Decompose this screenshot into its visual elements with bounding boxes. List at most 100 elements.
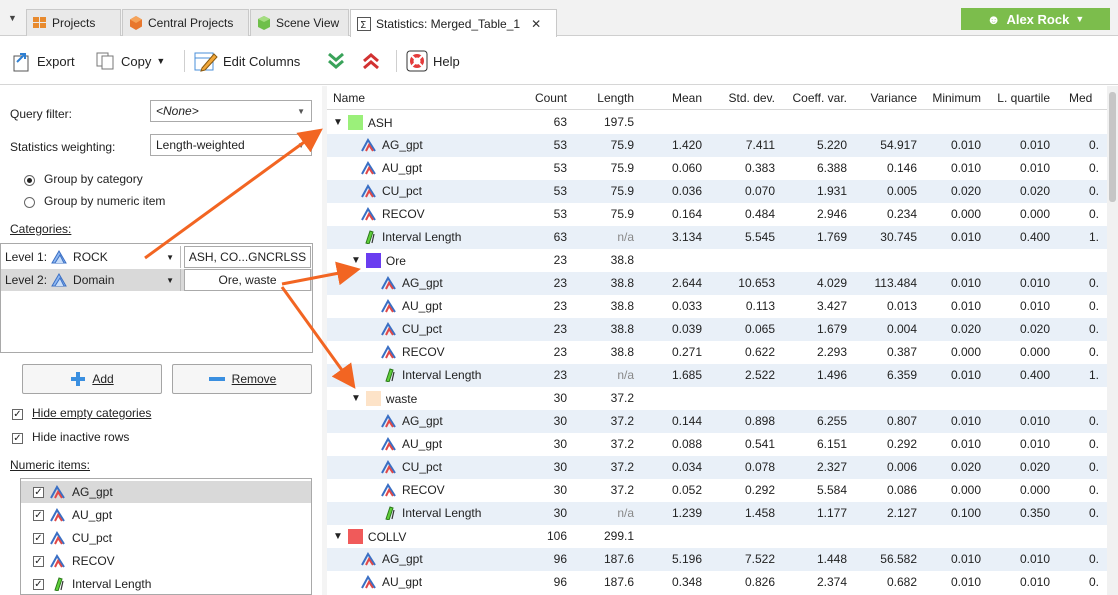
cv-cell: 1.177 <box>816 506 847 520</box>
expand-toggle-icon[interactable]: ▼ <box>351 393 361 404</box>
category-level-2[interactable]: Level 2: Domain ▼ Ore, waste <box>1 269 312 291</box>
expand-toggle-icon[interactable]: ▼ <box>351 255 361 266</box>
lq-cell: 0.010 <box>1019 299 1050 313</box>
std-cell: 0.484 <box>744 207 775 221</box>
mean-cell: 1.239 <box>671 506 702 520</box>
numeric-item-checkbox[interactable]: ✓ <box>33 509 44 521</box>
category-level-1[interactable]: Level 1: ROCK ▼ ASH, CO...GNCRLSS <box>1 246 312 268</box>
assay-icon <box>381 460 396 474</box>
count-cell: 30 <box>553 506 567 520</box>
category-color-swatch[interactable] <box>365 391 381 406</box>
numeric-item[interactable]: ✓ CU_pct <box>21 527 311 549</box>
tab-menu-icon[interactable]: ▼ <box>8 13 17 23</box>
lq-cell: 0.000 <box>1019 345 1050 359</box>
table-row[interactable]: CU_pct 53 75.9 0.036 0.070 1.931 0.005 0.020 0.0… <box>327 180 1118 203</box>
group-row[interactable]: ▼ ASH 63 197.5 <box>327 111 1118 134</box>
assay-icon <box>50 508 65 522</box>
table-row[interactable]: RECOV 30 37.2 0.052 0.292 5.584 0.086 0.000 0.00… <box>327 479 1118 502</box>
numeric-item-checkbox[interactable]: ✓ <box>33 578 44 590</box>
tab-scene-view[interactable]: Scene View <box>250 9 349 36</box>
hide-inactive-checkbox[interactable]: ✓ <box>12 433 23 444</box>
category-color-swatch[interactable] <box>347 115 363 130</box>
table-row[interactable]: CU_pct 30 37.2 0.034 0.078 2.327 0.006 0.020 0.0… <box>327 456 1118 479</box>
numeric-item-checkbox[interactable]: ✓ <box>33 532 44 544</box>
tab-central-projects[interactable]: Central Projects <box>122 9 249 36</box>
table-row[interactable]: Interval Length 30 n/a 1.239 1.458 1.177 2.127… <box>327 502 1118 525</box>
column-header-length[interactable]: Length <box>589 91 634 105</box>
export-icon <box>13 53 29 72</box>
weighting-label: Statistics weighting: <box>10 140 116 154</box>
cube-icon <box>258 16 270 30</box>
numeric-item-checkbox[interactable]: ✓ <box>33 486 44 498</box>
hide-empty-checkbox[interactable]: ✓ <box>12 409 23 420</box>
length-cell: 75.9 <box>610 161 634 175</box>
group-row[interactable]: ▼ waste 30 37.2 <box>327 387 1118 410</box>
numeric-item[interactable]: ✓ Interval Length <box>21 573 311 594</box>
scrollbar-thumb[interactable] <box>1109 92 1116 202</box>
user-menu-button[interactable]: ☻ Alex Rock ▼ <box>961 8 1110 30</box>
table-row[interactable]: Interval Length 63 n/a 3.134 5.545 1.769 30.74… <box>327 226 1118 249</box>
weighting-select[interactable]: Length-weighted ▼ <box>150 134 312 156</box>
table-row[interactable]: AU_gpt 23 38.8 0.033 0.113 3.427 0.013 0.010 0.0… <box>327 295 1118 318</box>
expand-toggle-icon[interactable]: ▼ <box>333 117 343 128</box>
level-values-button[interactable]: ASH, CO...GNCRLSS <box>184 246 311 268</box>
table-row[interactable]: AG_gpt 53 75.9 1.420 7.411 5.220 54.917 0.010 0.… <box>327 134 1118 157</box>
tab-projects[interactable]: Projects <box>26 9 121 36</box>
help-button[interactable]: Help <box>406 49 460 73</box>
table-row[interactable]: RECOV 23 38.8 0.271 0.622 2.293 0.387 0.000 0.00… <box>327 341 1118 364</box>
column-header-mean[interactable]: Mean <box>657 91 702 105</box>
level-values-button[interactable]: Ore, waste <box>184 269 311 291</box>
numeric-item-checkbox[interactable]: ✓ <box>33 555 44 567</box>
category-color-swatch[interactable] <box>347 529 363 544</box>
tab-statistics[interactable]: Σ Statistics: Merged_Table_1 ✕ <box>350 9 557 37</box>
table-row[interactable]: AU_gpt 30 37.2 0.088 0.541 6.151 0.292 0.010 0.0… <box>327 433 1118 456</box>
length-cell: 38.8 <box>610 299 634 313</box>
column-header-variance[interactable]: Variance <box>852 91 917 105</box>
table-row[interactable]: RECOV 53 75.9 0.164 0.484 2.946 0.234 0.000 0.00… <box>327 203 1118 226</box>
export-button[interactable]: Export <box>12 49 75 73</box>
table-row[interactable]: CU_pct 23 38.8 0.039 0.065 1.679 0.004 0.020 0.0… <box>327 318 1118 341</box>
group-by-numeric-radio[interactable] <box>24 197 35 208</box>
group-by-category-radio[interactable] <box>24 175 35 186</box>
column-header-median[interactable]: Med <box>1069 91 1092 105</box>
remove-label: Remove <box>231 372 277 386</box>
table-row[interactable]: AU_gpt 53 75.9 0.060 0.383 6.388 0.146 0.010 0.0… <box>327 157 1118 180</box>
expand-toggle-icon[interactable]: ▼ <box>333 531 343 542</box>
vertical-scrollbar[interactable] <box>1107 86 1118 595</box>
collapse-all-button[interactable] <box>361 49 381 73</box>
length-cell: n/a <box>617 230 634 244</box>
chevron-down-icon: ▼ <box>297 141 305 150</box>
row-label: Interval Length <box>402 368 482 382</box>
numeric-item[interactable]: ✓ RECOV <box>21 550 311 572</box>
column-header-name[interactable]: Name <box>333 91 365 105</box>
table-row[interactable]: Interval Length 23 n/a 1.685 2.522 1.496 6.359… <box>327 364 1118 387</box>
categories-list: Level 1: ROCK ▼ ASH, CO...GNCRLSS Level … <box>0 243 313 353</box>
table-row[interactable]: AU_gpt 96 187.6 0.348 0.826 2.374 0.682 0.010 0.… <box>327 571 1118 594</box>
column-header-std-dev[interactable]: Std. dev. <box>705 91 775 105</box>
column-header-count[interactable]: Count <box>527 91 567 105</box>
toolbar-separator <box>396 50 397 72</box>
add-button[interactable]: Add <box>22 364 162 394</box>
table-row[interactable]: AG_gpt 30 37.2 0.144 0.898 6.255 0.807 0.010 0.0… <box>327 410 1118 433</box>
numeric-item[interactable]: ✓ AG_gpt <box>21 481 311 503</box>
table-row[interactable]: AG_gpt 96 187.6 5.196 7.522 1.448 56.582 0.010 0… <box>327 548 1118 571</box>
assay-icon <box>361 575 376 589</box>
expand-all-button[interactable] <box>326 49 346 73</box>
numeric-item[interactable]: ✓ AU_gpt <box>21 504 311 526</box>
query-filter-value: <None> <box>156 104 199 118</box>
close-icon[interactable]: ✕ <box>531 17 541 31</box>
count-cell: 23 <box>553 322 567 336</box>
category-color-swatch[interactable] <box>365 253 381 268</box>
query-filter-select[interactable]: <None> ▼ <box>150 100 312 122</box>
count-cell: 53 <box>553 184 567 198</box>
copy-button[interactable]: Copy ▼ <box>96 49 165 73</box>
remove-button[interactable]: Remove <box>172 364 312 394</box>
table-row[interactable]: AG_gpt 23 38.8 2.644 10.653 4.029 113.484 0.010… <box>327 272 1118 295</box>
column-header-coeff-var[interactable]: Coeff. var. <box>779 91 847 105</box>
min-cell: 0.020 <box>950 322 981 336</box>
group-row[interactable]: ▼ COLLV 106 299.1 <box>327 525 1118 548</box>
column-header-minimum[interactable]: Minimum <box>921 91 981 105</box>
group-row[interactable]: ▼ Ore 23 38.8 <box>327 249 1118 272</box>
edit-columns-button[interactable]: Edit Columns <box>194 49 300 73</box>
column-header-l-quartile[interactable]: L. quartile <box>985 91 1050 105</box>
